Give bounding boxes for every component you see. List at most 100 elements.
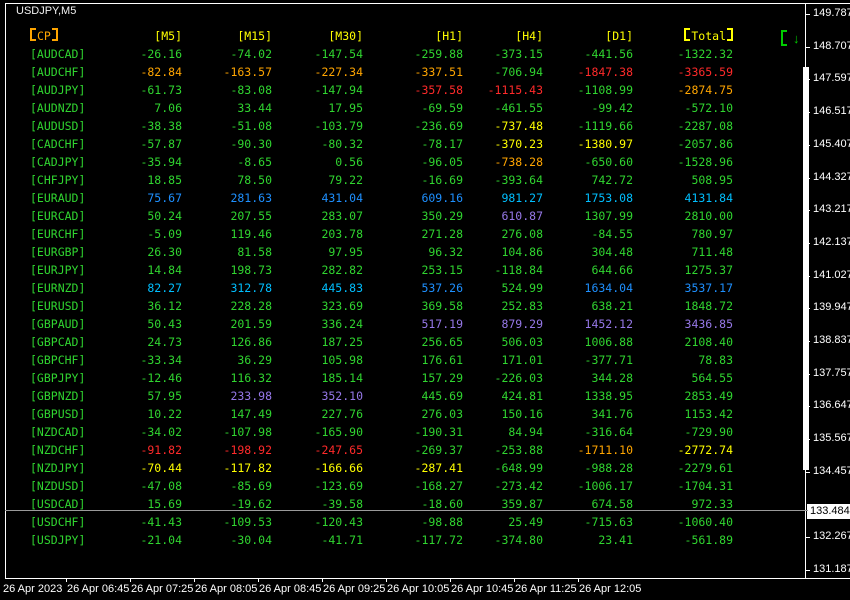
chart-window: USDJPY,M5 CP [M5] [M15] [M30] [H1] [H4] [D1] To… <box>0 0 850 600</box>
value-cell: -165.90 <box>314 425 363 439</box>
price-tick <box>806 406 810 407</box>
time-axis[interactable]: 26 Apr 2023 26 Apr 06:45 26 Apr 07:25 26 Ap… <box>0 578 850 600</box>
price-tick <box>806 374 810 375</box>
value-cell: 506.03 <box>501 335 543 349</box>
value-cell: -90.30 <box>230 137 272 151</box>
value-cell: 312.78 <box>230 281 272 295</box>
time-axis-label: 26 Apr 2023 <box>3 583 63 595</box>
table-row: [EURUSD] 36.12 228.28 323.69 369.58 252.83 638… <box>30 297 733 315</box>
value-cell: -648.99 <box>494 461 543 475</box>
value-cell: -38.38 <box>140 119 182 133</box>
price-axis-label: 138.837 <box>813 334 850 346</box>
value-cell: 281.63 <box>230 191 272 205</box>
pair-label: [EURJPY] <box>30 263 86 277</box>
pair-label: [GBPJPY] <box>30 371 86 385</box>
value-cell: -5.09 <box>147 227 182 241</box>
value-cell: 82.27 <box>147 281 182 295</box>
table-row: [AUDUSD] -38.38 -51.08 -103.79 -236.69 -737.4… <box>30 117 733 135</box>
value-cell: -226.03 <box>494 371 543 385</box>
strength-table[interactable]: CP [M5] [M15] [M30] [H1] [H4] [D1] Total [AUDCAD… <box>30 27 733 549</box>
time-axis-label: 26 Apr 10:45 <box>451 583 514 595</box>
value-cell: -103.79 <box>314 119 363 133</box>
value-cell: 26.30 <box>147 245 182 259</box>
value-cell: -120.43 <box>314 515 363 529</box>
value-cell: -2287.08 <box>677 119 733 133</box>
value-cell: 75.67 <box>147 191 182 205</box>
price-axis-label: 148.707 <box>813 39 850 52</box>
value-cell: 25.49 <box>508 515 543 529</box>
value-cell: 97.95 <box>328 245 363 259</box>
value-cell: 0.56 <box>335 155 363 169</box>
value-cell: 271.28 <box>421 227 463 241</box>
value-cell: -737.48 <box>494 119 543 133</box>
value-cell: -33.34 <box>140 353 182 367</box>
pair-label: [USDJPY] <box>30 533 86 547</box>
time-axis-label: 26 Apr 08:45 <box>259 583 322 595</box>
pair-label: [EURUSD] <box>30 299 86 313</box>
value-cell: -12.46 <box>140 371 182 385</box>
value-cell: 1307.99 <box>584 209 633 223</box>
pair-label: [NZDUSD] <box>30 479 86 493</box>
price-axis-label: 132.267 <box>813 530 850 543</box>
value-cell: -123.69 <box>314 479 363 493</box>
value-cell: -1711.10 <box>577 443 633 457</box>
value-cell: 2810.00 <box>684 209 733 223</box>
value-cell: -227.34 <box>314 65 363 79</box>
value-cell: -2874.75 <box>677 83 733 97</box>
pair-label: [CADCHF] <box>30 137 86 151</box>
value-cell: -21.04 <box>140 533 182 547</box>
price-tick <box>806 276 810 277</box>
value-cell: -16.69 <box>421 173 463 187</box>
price-axis[interactable]: 133.484 149.787 148.707 147.597 146.517 145.… <box>806 0 850 578</box>
value-cell: -99.42 <box>591 101 633 115</box>
value-cell: -1528.96 <box>677 155 733 169</box>
value-cell: 1634.04 <box>584 281 633 295</box>
value-cell: -1119.66 <box>577 119 633 133</box>
value-cell: -374.80 <box>494 533 543 547</box>
value-cell: 2853.49 <box>684 389 733 403</box>
value-cell: -337.51 <box>414 65 463 79</box>
value-cell: -70.44 <box>140 461 182 475</box>
value-cell: -117.72 <box>414 533 463 547</box>
value-cell: 424.81 <box>501 389 543 403</box>
chart-border-top <box>5 3 850 4</box>
price-tick <box>806 537 810 538</box>
value-cell: 1153.42 <box>684 407 733 421</box>
pair-label: [GBPCAD] <box>30 335 86 349</box>
value-cell: -2279.61 <box>677 461 733 475</box>
value-cell: -91.82 <box>140 443 182 457</box>
value-cell: -117.82 <box>223 461 272 475</box>
value-cell: 96.32 <box>428 245 463 259</box>
price-tick <box>806 178 810 179</box>
value-cell: 276.03 <box>421 407 463 421</box>
value-cell: 36.12 <box>147 299 182 313</box>
value-cell: 344.28 <box>591 371 633 385</box>
table-row: [AUDJPY] -61.73 -83.08 -147.94 -357.58 -1115.… <box>30 81 733 99</box>
pair-label: [EURGBP] <box>30 245 86 259</box>
value-cell: 105.98 <box>321 353 363 367</box>
price-tick <box>806 79 810 80</box>
value-cell: -1847.38 <box>577 65 633 79</box>
value-cell: 1753.08 <box>584 191 633 205</box>
value-cell: -3365.59 <box>677 65 733 79</box>
value-cell: -253.88 <box>494 443 543 457</box>
price-tick <box>806 308 810 309</box>
value-cell: 1338.95 <box>584 389 633 403</box>
value-cell: -988.28 <box>584 461 633 475</box>
value-cell: -561.89 <box>684 533 733 547</box>
value-cell: 252.83 <box>501 299 543 313</box>
value-cell: -269.37 <box>414 443 463 457</box>
value-cell: 33.44 <box>237 101 272 115</box>
collapse-button[interactable]: ↓ <box>781 30 800 46</box>
value-cell: -78.17 <box>421 137 463 151</box>
value-cell: -572.10 <box>684 101 733 115</box>
value-cell: 253.15 <box>421 263 463 277</box>
value-cell: -1006.17 <box>577 479 633 493</box>
value-cell: -80.32 <box>321 137 363 151</box>
time-axis-label: 26 Apr 10:05 <box>387 583 450 595</box>
value-cell: 203.78 <box>321 227 363 241</box>
time-tick <box>322 578 323 582</box>
value-cell: 445.83 <box>321 281 363 295</box>
value-cell: 147.49 <box>230 407 272 421</box>
value-cell: -69.59 <box>421 101 463 115</box>
